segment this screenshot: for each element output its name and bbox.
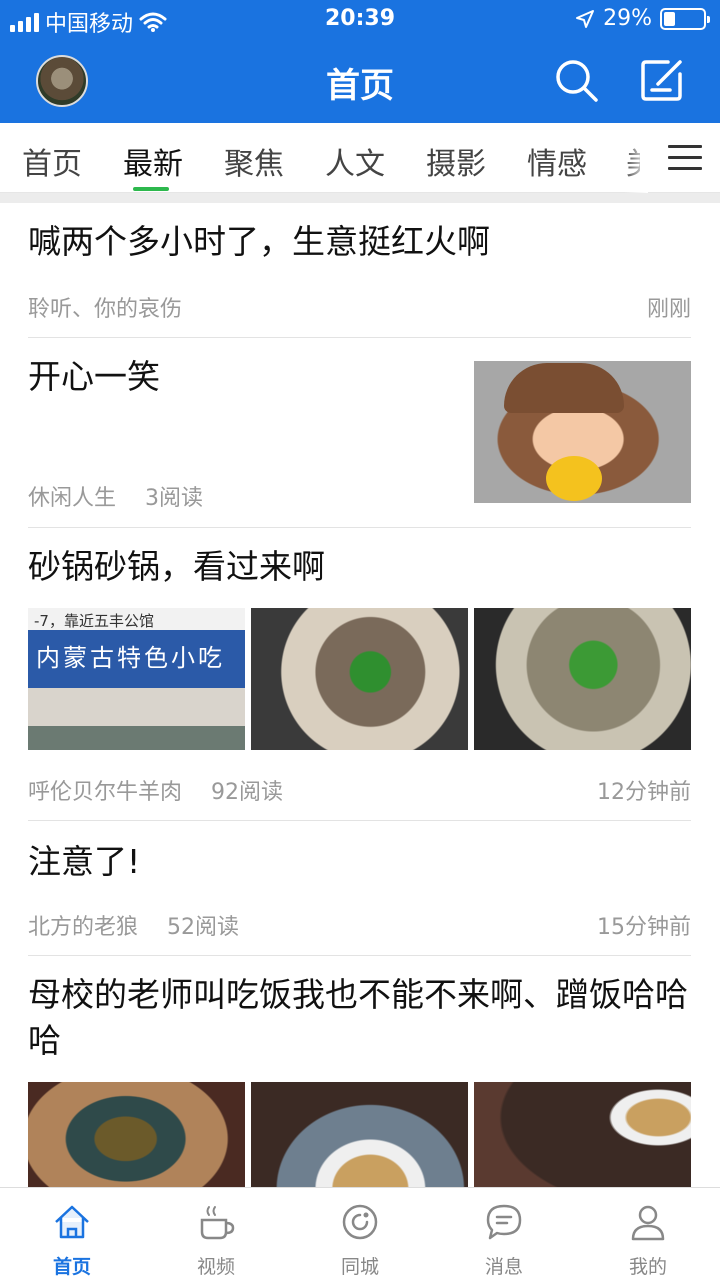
nav-label: 首页: [52, 1256, 91, 1278]
post-reads: 92阅读: [211, 780, 284, 805]
feed-post[interactable]: 开心一笑 休闲人生 3阅读: [28, 338, 691, 528]
feed-post[interactable]: 母校的老师叫吃饭我也不能不来啊、蹭饭哈哈哈: [28, 956, 691, 1224]
tab-latest[interactable]: 最新: [123, 139, 183, 183]
tab-emotion[interactable]: 情感: [527, 139, 587, 183]
section-divider: [0, 193, 720, 203]
feed-post[interactable]: 喊两个多小时了，生意挺红火啊 聆听、你的哀伤 刚刚: [28, 203, 691, 338]
post-image-shopfront[interactable]: -7，靠近五丰公馆 内蒙古特色小吃: [28, 608, 245, 750]
battery-percent: 29%: [603, 6, 652, 31]
category-tabs: 首页 最新 聚焦 人文 摄影 情感 美: [0, 123, 720, 193]
post-meta: 北方的老狼 52阅读 15分钟前: [28, 909, 691, 941]
shop-sign-text: 内蒙古特色小吃: [36, 644, 225, 672]
post-title[interactable]: 砂锅砂锅，看过来啊: [28, 544, 325, 590]
nav-home[interactable]: 首页: [0, 1188, 144, 1280]
status-right: 29%: [575, 6, 710, 31]
active-tab-indicator: [133, 187, 169, 191]
tab-focus[interactable]: 聚焦: [224, 139, 284, 183]
shop-note-text: -7，靠近五丰公馆: [34, 612, 154, 630]
post-source[interactable]: 呼伦贝尔牛羊肉: [28, 780, 182, 805]
search-icon[interactable]: [552, 56, 600, 104]
post-time: 12分钟前: [597, 780, 691, 805]
location-circle-icon: [342, 1204, 378, 1240]
post-time: 刚刚: [646, 297, 691, 322]
location-arrow-icon: [576, 9, 595, 28]
post-time: 15分钟前: [597, 915, 691, 940]
menu-icon[interactable]: [668, 145, 702, 171]
message-icon: [486, 1204, 522, 1240]
nav-video[interactable]: 视频: [144, 1188, 288, 1280]
tab-home[interactable]: 首页: [22, 139, 82, 183]
post-title[interactable]: 喊两个多小时了，生意挺红火啊: [28, 219, 490, 265]
video-cup-icon: [200, 1206, 235, 1240]
post-source[interactable]: 休闲人生: [28, 486, 116, 511]
home-icon: [55, 1205, 89, 1239]
post-reads: 52阅读: [167, 915, 240, 940]
nav-profile[interactable]: 我的: [576, 1188, 720, 1280]
battery-fill: [664, 11, 675, 26]
post-title[interactable]: 开心一笑: [28, 354, 160, 400]
post-thumbnail-baby[interactable]: [474, 361, 691, 503]
post-source[interactable]: 聆听、你的哀伤: [28, 297, 182, 322]
page-title: 首页: [326, 66, 394, 106]
tab-photography[interactable]: 摄影: [426, 139, 486, 183]
nav-messages[interactable]: 消息: [432, 1188, 576, 1280]
feed-post[interactable]: 注意了! 北方的老狼 52阅读 15分钟前: [28, 821, 691, 956]
profile-icon: [631, 1205, 665, 1241]
post-image-stew[interactable]: [251, 608, 468, 750]
status-bar: 中国移动 20:39 29%: [0, 0, 720, 40]
nav-label: 视频: [196, 1256, 235, 1278]
post-reads: 3阅读: [145, 486, 204, 511]
app-header: 首页: [0, 40, 720, 123]
nav-label: 我的: [628, 1256, 667, 1278]
post-image-row: -7，靠近五丰公馆 内蒙古特色小吃: [28, 608, 691, 750]
top-bar: 中国移动 20:39 29% 首页: [0, 0, 720, 123]
post-title[interactable]: 注意了!: [28, 839, 140, 885]
nav-label: 消息: [484, 1256, 523, 1278]
feed-post[interactable]: 砂锅砂锅，看过来啊 -7，靠近五丰公馆 内蒙古特色小吃 呼伦贝尔牛羊肉 92阅读…: [28, 528, 691, 821]
nav-local[interactable]: 同城: [288, 1188, 432, 1280]
post-meta: 聆听、你的哀伤 刚刚: [28, 291, 691, 323]
post-source[interactable]: 北方的老狼: [28, 915, 138, 940]
nav-label: 同城: [340, 1256, 379, 1278]
tabs-fade: [624, 123, 648, 193]
post-title[interactable]: 母校的老师叫吃饭我也不能不来啊、蹭饭哈哈哈: [28, 972, 691, 1064]
compose-icon[interactable]: [638, 56, 686, 104]
post-image-stew[interactable]: [474, 608, 691, 750]
post-meta: 呼伦贝尔牛羊肉 92阅读 12分钟前: [28, 774, 691, 806]
bottom-nav: 首页 视频 同城 消息 我的: [0, 1187, 720, 1280]
battery-icon: [660, 7, 710, 30]
tab-culture[interactable]: 人文: [325, 139, 385, 183]
